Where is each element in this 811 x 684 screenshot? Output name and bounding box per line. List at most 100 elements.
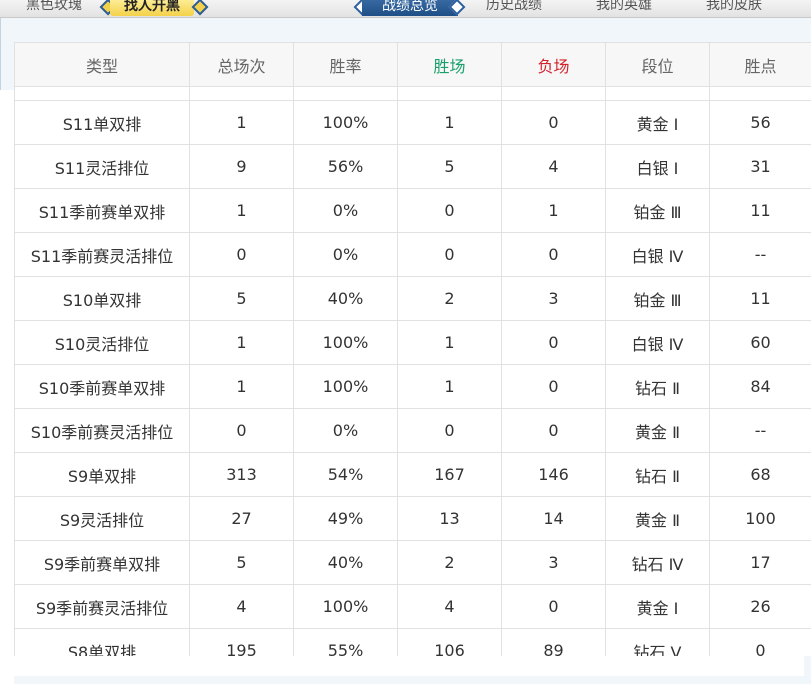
cell-rank: 铂金 Ⅲ (605, 188, 710, 233)
table-row[interactable]: S9单双排 313 54% 167 146 钻石 Ⅱ 68 (14, 452, 811, 497)
col-header-total-games[interactable]: 总场次 (189, 42, 294, 87)
cell-rank: 白银 Ⅳ (605, 320, 710, 365)
cell-total-games: 4 (189, 584, 294, 629)
cell-lp: -- (709, 408, 811, 453)
table-row[interactable]: S11单双排 1 100% 1 0 黄金 Ⅰ 56 (14, 100, 811, 145)
cell-win-rate: 40% (293, 540, 398, 585)
cell-type: S9季前赛单双排 (14, 540, 190, 585)
table-row[interactable]: S10季前赛灵活排位 0 0% 0 0 黄金 Ⅱ -- (14, 408, 811, 453)
cell-win-rate: 100% (293, 320, 398, 365)
cell-total-games: 27 (189, 496, 294, 541)
cell-losses: 3 (501, 276, 606, 321)
table-row[interactable]: S11季前赛灵活排位 0 0% 0 0 白银 Ⅳ -- (14, 232, 811, 277)
cell-win-rate: 100% (293, 584, 398, 629)
cell-wins: 167 (397, 452, 502, 497)
cell-wins: 5 (397, 144, 502, 189)
table-row[interactable]: S9季前赛灵活排位 4 100% 4 0 黄金 Ⅰ 26 (14, 584, 811, 629)
cell-lp: 31 (709, 144, 811, 189)
nav-item-my-skins[interactable]: 我的皮肤 (706, 0, 762, 15)
cell-rank: 黄金 Ⅰ (605, 584, 710, 629)
table-row[interactable]: S10单双排 5 40% 2 3 铂金 Ⅲ 11 (14, 276, 811, 321)
cell-wins: 2 (397, 276, 502, 321)
cell-wins: 1 (397, 364, 502, 409)
cell-wins: 13 (397, 496, 502, 541)
bottom-white-edge (0, 656, 804, 676)
cell-win-rate: 0% (293, 232, 398, 277)
table-row[interactable]: S10季前赛单双排 1 100% 1 0 钻石 Ⅱ 84 (14, 364, 811, 409)
cell-rank: 钻石 Ⅴ (605, 628, 710, 656)
col-header-losses[interactable]: 负场 (501, 42, 606, 87)
cell-wins: 0 (397, 188, 502, 233)
cell-lp: 100 (709, 496, 811, 541)
cell-total-games: 195 (189, 628, 294, 656)
cell-type: S10灵活排位 (14, 320, 190, 365)
cell-lp: 17 (709, 540, 811, 585)
nav-item-record-overview[interactable]: 战绩总览 (362, 0, 458, 16)
cell-win-rate: 40% (293, 276, 398, 321)
cell-total-games: 5 (189, 276, 294, 321)
cell-lp: 60 (709, 320, 811, 365)
col-header-lp[interactable]: 胜点 (709, 42, 811, 87)
cell-type: S11灵活排位 (14, 144, 190, 189)
cell-type: S11季前赛单双排 (14, 188, 190, 233)
col-header-wins[interactable]: 胜场 (397, 42, 502, 87)
cell-losses: 0 (501, 584, 606, 629)
cell-lp: 0 (709, 628, 811, 656)
table-row[interactable]: S8单双排 195 55% 106 89 钻石 Ⅴ0 (14, 628, 811, 656)
nav-item-history-record[interactable]: 历史战绩 (486, 0, 542, 15)
table-row[interactable]: S11季前赛单双排 1 0% 0 1 铂金 Ⅲ 11 (14, 188, 811, 233)
cell-total-games: 1 (189, 364, 294, 409)
cell-total-games (189, 86, 294, 101)
left-white-edge (0, 90, 14, 684)
cell-rank: 钻石 Ⅳ (605, 540, 710, 585)
nav-item-black-rose[interactable]: 黑色玫瑰 (26, 0, 82, 15)
cell-lp: 84 (709, 364, 811, 409)
table-body-scroll[interactable]: S11单双排 1 100% 1 0 黄金 Ⅰ 56 S11灵活排位 9 56% 5 4 白银 Ⅰ 31 S1… (14, 86, 811, 656)
col-header-rank[interactable]: 段位 (605, 42, 710, 87)
cell-win-rate: 49% (293, 496, 398, 541)
nav-item-find-team[interactable]: 找人开黑 (110, 0, 194, 16)
cell-type: S11季前赛灵活排位 (14, 232, 190, 277)
nav-item-my-heroes[interactable]: 我的英雄 (596, 0, 652, 15)
cell-total-games: 1 (189, 100, 294, 145)
cell-win-rate: 56% (293, 144, 398, 189)
cell-rank: 钻石 Ⅱ (605, 364, 710, 409)
cell-wins (397, 86, 502, 101)
cell-rank: 黄金 Ⅱ (605, 408, 710, 453)
cell-rank: 白银 Ⅰ (605, 144, 710, 189)
cell-total-games: 1 (189, 188, 294, 233)
table-row[interactable]: S11灵活排位 9 56% 5 4 白银 Ⅰ 31 (14, 144, 811, 189)
cell-wins: 0 (397, 408, 502, 453)
cell-lp: -- (709, 232, 811, 277)
cell-losses: 4 (501, 144, 606, 189)
cell-losses: 1 (501, 188, 606, 233)
cell-rank (605, 86, 710, 101)
cell-lp (709, 86, 811, 101)
col-header-type[interactable]: 类型 (14, 42, 190, 87)
table-body: S11单双排 1 100% 1 0 黄金 Ⅰ 56 S11灵活排位 9 56% 5 4 白银 Ⅰ 31 S1… (14, 86, 811, 656)
cell-type: S8单双排 (14, 628, 190, 656)
cell-wins: 106 (397, 628, 502, 656)
cell-win-rate: 100% (293, 100, 398, 145)
table-row[interactable]: S9季前赛单双排 5 40% 2 3 钻石 Ⅳ 17 (14, 540, 811, 585)
cell-losses: 3 (501, 540, 606, 585)
top-nav: 黑色玫瑰 找人开黑 战绩总览 历史战绩 我的英雄 我的皮肤 (0, 0, 811, 18)
col-header-win-rate[interactable]: 胜率 (293, 42, 398, 87)
table-row[interactable]: S9灵活排位 27 49% 13 14 黄金 Ⅱ 100 (14, 496, 811, 541)
cell-lp: 11 (709, 188, 811, 233)
cell-losses (501, 86, 606, 101)
cell-wins: 4 (397, 584, 502, 629)
cell-total-games: 1 (189, 320, 294, 365)
cell-rank: 铂金 Ⅲ (605, 276, 710, 321)
cell-losses: 0 (501, 320, 606, 365)
cell-win-rate (293, 86, 398, 101)
table-row[interactable]: S10灵活排位 1 100% 1 0 白银 Ⅳ 60 (14, 320, 811, 365)
cell-lp: 26 (709, 584, 811, 629)
cell-rank: 白银 Ⅳ (605, 232, 710, 277)
cell-rank: 钻石 Ⅱ (605, 452, 710, 497)
cell-type (14, 86, 190, 101)
cell-win-rate: 100% (293, 364, 398, 409)
cell-lp: 68 (709, 452, 811, 497)
cell-losses: 0 (501, 100, 606, 145)
cell-type: S10季前赛灵活排位 (14, 408, 190, 453)
